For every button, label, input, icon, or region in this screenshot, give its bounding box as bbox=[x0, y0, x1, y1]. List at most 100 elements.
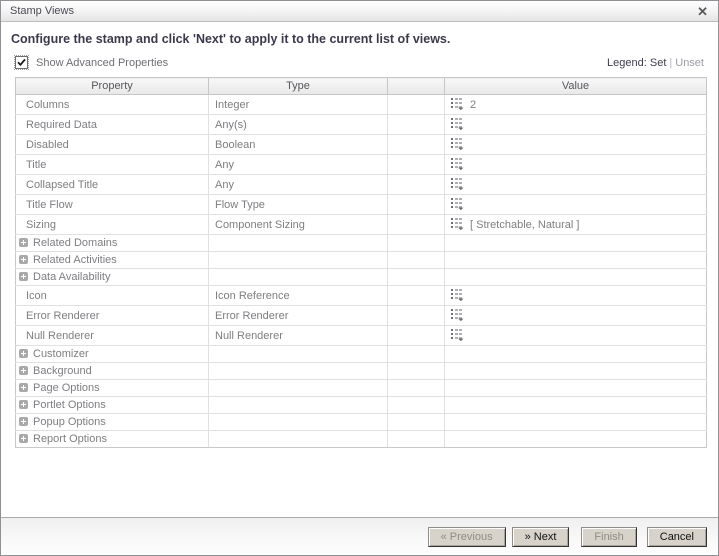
property-cell[interactable]: Background bbox=[16, 363, 209, 380]
spacer-cell bbox=[388, 252, 445, 269]
value-cell bbox=[445, 380, 707, 397]
category-row: Data Availability bbox=[16, 269, 707, 286]
type-cell: Any(s) bbox=[209, 115, 388, 135]
legend: Legend: Set|Unset bbox=[607, 57, 704, 69]
spacer-cell bbox=[388, 95, 445, 115]
value-cell bbox=[445, 175, 707, 195]
spacer-cell bbox=[388, 195, 445, 215]
property-cell: Title bbox=[16, 155, 209, 175]
expand-plus-icon[interactable] bbox=[19, 255, 28, 264]
property-cell[interactable]: Related Domains bbox=[16, 235, 209, 252]
expand-plus-icon[interactable] bbox=[19, 383, 28, 392]
list-editor-icon[interactable] bbox=[451, 177, 464, 193]
property-row: ColumnsInteger2 bbox=[16, 95, 707, 115]
show-advanced-checkbox-group[interactable]: Show Advanced Properties bbox=[15, 56, 168, 69]
value-label: [ Stretchable, Natural ] bbox=[470, 219, 579, 231]
property-cell[interactable]: Report Options bbox=[16, 431, 209, 448]
list-editor-icon[interactable] bbox=[451, 137, 464, 153]
list-editor-icon[interactable] bbox=[451, 117, 464, 133]
type-cell: Component Sizing bbox=[209, 215, 388, 235]
property-name-label: Icon bbox=[26, 290, 47, 302]
value-cell bbox=[445, 135, 707, 155]
property-cell[interactable]: Popup Options bbox=[16, 414, 209, 431]
wizard-button-bar: « Previous » Next Finish Cancel bbox=[1, 517, 718, 555]
list-editor-icon[interactable] bbox=[451, 308, 464, 324]
list-editor-icon[interactable] bbox=[451, 157, 464, 173]
spacer-cell bbox=[388, 326, 445, 346]
previous-button[interactable]: « Previous bbox=[428, 527, 506, 547]
property-table-body: ColumnsInteger2Required DataAny(s)Disabl… bbox=[16, 95, 707, 448]
type-cell: Icon Reference bbox=[209, 286, 388, 306]
type-cell: Boolean bbox=[209, 135, 388, 155]
property-cell: Title Flow bbox=[16, 195, 209, 215]
type-cell: Null Renderer bbox=[209, 326, 388, 346]
category-row: Report Options bbox=[16, 431, 707, 448]
instruction-text: Configure the stamp and click 'Next' to … bbox=[11, 32, 708, 46]
type-label: Null Renderer bbox=[215, 330, 283, 342]
type-label: Integer bbox=[215, 99, 249, 111]
spacer-cell bbox=[388, 397, 445, 414]
property-row: Disabled Boolean bbox=[16, 135, 707, 155]
value-cell bbox=[445, 252, 707, 269]
next-button[interactable]: » Next bbox=[512, 527, 570, 547]
expand-plus-icon[interactable] bbox=[19, 366, 28, 375]
type-label: Flow Type bbox=[215, 199, 265, 211]
list-editor-icon[interactable] bbox=[451, 217, 464, 233]
property-cell: Required Data bbox=[16, 115, 209, 135]
expand-plus-icon[interactable] bbox=[19, 272, 28, 281]
list-editor-icon[interactable] bbox=[451, 197, 464, 213]
property-name-label: Required Data bbox=[26, 119, 97, 131]
property-cell: Sizing bbox=[16, 215, 209, 235]
property-name-label: Page Options bbox=[33, 382, 100, 394]
list-editor-icon[interactable] bbox=[451, 288, 464, 304]
type-cell: Flow Type bbox=[209, 195, 388, 215]
type-label: Error Renderer bbox=[215, 310, 288, 322]
checkbox-checked-icon[interactable] bbox=[15, 56, 28, 69]
value-cell bbox=[445, 115, 707, 135]
property-cell[interactable]: Portlet Options bbox=[16, 397, 209, 414]
value-cell bbox=[445, 195, 707, 215]
property-name-label: Title Flow bbox=[26, 199, 73, 211]
type-cell bbox=[209, 346, 388, 363]
value-cell bbox=[445, 363, 707, 380]
list-editor-icon[interactable] bbox=[451, 328, 464, 344]
type-label: Any(s) bbox=[215, 119, 247, 131]
expand-plus-icon[interactable] bbox=[19, 417, 28, 426]
expand-plus-icon[interactable] bbox=[19, 238, 28, 247]
spacer-cell bbox=[388, 175, 445, 195]
column-header-type: Type bbox=[209, 78, 388, 95]
expand-plus-icon[interactable] bbox=[19, 400, 28, 409]
column-header-value: Value bbox=[445, 78, 707, 95]
value-cell bbox=[445, 155, 707, 175]
property-cell[interactable]: Customizer bbox=[16, 346, 209, 363]
close-icon[interactable]: ✕ bbox=[695, 5, 710, 18]
property-row: Error RendererError Renderer bbox=[16, 306, 707, 326]
property-cell[interactable]: Related Activities bbox=[16, 252, 209, 269]
value-label: 2 bbox=[470, 99, 476, 111]
legend-set-label: Legend: Set bbox=[607, 57, 666, 69]
show-advanced-label: Show Advanced Properties bbox=[36, 57, 168, 69]
finish-button[interactable]: Finish bbox=[581, 527, 636, 547]
property-cell[interactable]: Page Options bbox=[16, 380, 209, 397]
table-header-row: Property Type Value bbox=[16, 78, 707, 95]
list-editor-icon[interactable] bbox=[451, 97, 464, 113]
expand-plus-icon[interactable] bbox=[19, 349, 28, 358]
category-row: Background bbox=[16, 363, 707, 380]
stamp-views-dialog: Stamp Views ✕ Configure the stamp and cl… bbox=[0, 0, 719, 556]
property-name-label: Disabled bbox=[26, 139, 69, 151]
category-row: Customizer bbox=[16, 346, 707, 363]
spacer-cell bbox=[388, 155, 445, 175]
property-name-label: Title bbox=[26, 159, 46, 171]
expand-plus-icon[interactable] bbox=[19, 434, 28, 443]
property-row: Collapsed TitleAny bbox=[16, 175, 707, 195]
type-cell bbox=[209, 235, 388, 252]
cancel-button[interactable]: Cancel bbox=[647, 527, 707, 547]
property-cell: Collapsed Title bbox=[16, 175, 209, 195]
spacer-cell bbox=[388, 431, 445, 448]
type-cell: Error Renderer bbox=[209, 306, 388, 326]
spacer-cell bbox=[388, 115, 445, 135]
property-row: Title Flow Flow Type bbox=[16, 195, 707, 215]
property-cell[interactable]: Data Availability bbox=[16, 269, 209, 286]
category-row: Related Domains bbox=[16, 235, 707, 252]
value-cell bbox=[445, 286, 707, 306]
